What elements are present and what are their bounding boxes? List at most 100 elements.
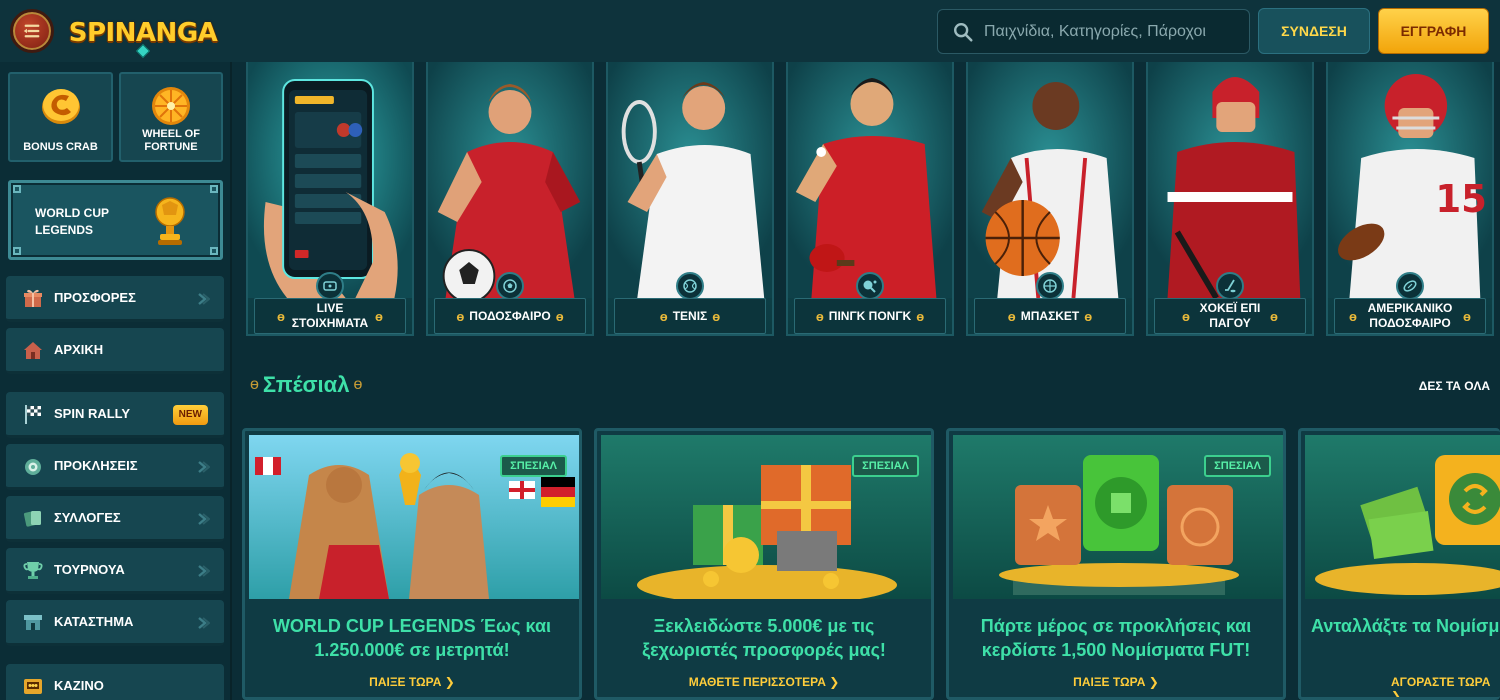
home-icon (24, 341, 42, 359)
world-cup-legends-tile[interactable]: WORLD CUP LEGENDS (8, 180, 223, 260)
promo-title: Πάρτε μέρος σε προκλήσεις και κερδίστε 1… (980, 616, 1252, 660)
flag-icon (25, 404, 41, 424)
see-all-link[interactable]: ΔΕΣ ΤΑ ΟΛΑ (1419, 379, 1490, 393)
buy-now-link[interactable]: ΑΓΟΡΑΣΤΕ ΤΩΡΑ ❯ (1391, 675, 1500, 697)
special-badge: ΣΠΕΣΙΑΛ (852, 455, 919, 477)
sidebar-item-label: ΚΑΤΑΣΤΗΜΑ (54, 614, 134, 629)
sidebar-item-label: ΑΡΧΙΚΗ (54, 342, 104, 357)
sport-card-live[interactable]: ɵ LIVE ΣΤΟΙΧΗΜΑΤΑ ɵ (246, 62, 414, 336)
sidebar-item-home[interactable]: ΑΡΧΙΚΗ (6, 328, 224, 374)
sidebar-item-label: ΠΡΟΚΛΗΣΕΙΣ (54, 458, 138, 473)
swirl-icon: ɵ (916, 308, 925, 324)
play-now-link[interactable]: ΠΑΙΞΕ ΤΩΡΑ ❯ (949, 675, 1283, 689)
sidebar-item-tournaments[interactable]: ΤΟΥΡΝΟΥΑ (6, 548, 224, 594)
sidebar-item-collections[interactable]: ΣΥΛΛΟΓΕΣ (6, 496, 224, 542)
sports-carousel: ɵ LIVE ΣΤΟΙΧΗΜΑΤΑ ɵ ɵ ΠΟΔΟΣΦΑΙΡΟ ɵ ɵ ΤΕΝ… (244, 62, 1500, 338)
hockey-player-image (1148, 62, 1312, 298)
sport-label-plate: ɵ ΠΟΔΟΣΦΑΙΡΟ ɵ (434, 298, 586, 334)
swirl-icon: ɵ (555, 308, 564, 324)
exchange-promo-image (1305, 435, 1500, 599)
american-football-player-image: 15 (1328, 62, 1492, 298)
sidebar-item-shop[interactable]: ΚΑΤΑΣΤΗΜΑ (6, 600, 224, 646)
new-badge: NEW (172, 405, 208, 425)
bonus-crab-label: BONUS CRAB (23, 141, 98, 153)
search-input[interactable] (984, 22, 1244, 41)
promo-title: WORLD CUP LEGENDS Έως και 1.250.000€ σε … (272, 616, 552, 660)
play-now-link[interactable]: ΠΑΙΞΕ ΤΩΡΑ ❯ (245, 675, 579, 689)
sport-label: ΧΟΚΕΪ ΕΠΙ ΠΑΓΟΥ (1199, 301, 1261, 330)
swirl-icon: ɵ (250, 376, 259, 393)
sport-card-tennis[interactable]: ɵ ΤΕΝΙΣ ɵ (606, 62, 774, 336)
sidebar-item-challenges[interactable]: ΠΡΟΚΛΗΣΕΙΣ (6, 444, 224, 490)
sidebar-item-spin-rally[interactable]: SPIN RALLY NEW (6, 392, 224, 438)
sport-card-ping-pong[interactable]: ɵ ΠΙΝΓΚ ΠΟΝΓΚ ɵ (786, 62, 954, 336)
specials-title: Σπέσιαλ (262, 372, 350, 397)
sport-label: ΠΙΝΓΚ ΠΟΝΓΚ (828, 308, 912, 323)
sidebar-item-label: ΠΡΟΣΦΟΡΕΣ (54, 290, 136, 305)
promo-title: Ανταλλάξτε τα Νομίσματα με 1.000€ σε αντ (1311, 616, 1500, 636)
sport-label: LIVE ΣΤΟΙΧΗΜΑΤΑ (291, 301, 369, 330)
register-button[interactable]: ΕΓΓΡΑΦΗ (1378, 8, 1489, 54)
bonus-crab-coin-icon (41, 89, 80, 124)
sidebar-item-label: ΤΟΥΡΝΟΥΑ (54, 562, 125, 577)
promo-card-exchange[interactable]: Ανταλλάξτε τα Νομίσματα με 1.000€ σε αντ… (1298, 428, 1500, 700)
promo-card-unlock[interactable]: ΣΠΕΣΙΑΛ Ξεκλειδώστε 5.000€ με τις ξεχωρι… (594, 428, 934, 700)
sport-card-football[interactable]: ɵ ΠΟΔΟΣΦΑΙΡΟ ɵ (426, 62, 594, 336)
wheel-of-fortune-icon (152, 87, 190, 125)
swirl-icon: ɵ (1463, 308, 1471, 324)
special-badge: ΣΠΕΣΙΑΛ (1204, 455, 1271, 477)
sidebar-item-label: ΚΑΖΙΝΟ (54, 678, 104, 693)
special-badge: ΣΠΕΣΙΑΛ (500, 455, 567, 477)
ping-pong-player-image (788, 62, 952, 298)
chevron-icon (198, 513, 210, 525)
sport-label: ΑΜΕΡΙΚΑΝΙΚΟ ΠΟΔΟΣΦΑΙΡΟ (1367, 301, 1453, 330)
sidebar-item-label: SPIN RALLY (54, 406, 131, 421)
login-button[interactable]: ΣΥΝΔΕΣΗ (1258, 8, 1370, 54)
gift-icon (24, 289, 42, 307)
promo-card-challenges[interactable]: ΣΠΕΣΙΑΛ Πάρτε μέρος σε προκλήσεις και κε… (946, 428, 1286, 700)
tennis-icon (676, 272, 704, 300)
cards-icon (23, 510, 41, 527)
spinanga-logo[interactable]: SPINANGA (69, 8, 218, 59)
learn-more-link[interactable]: ΜΑΘΕΤΕ ΠΕΡΙΣΣΟΤΕΡΑ ❯ (597, 675, 931, 689)
football-icon (496, 272, 524, 300)
sidebar-item-offers[interactable]: ΠΡΟΣΦΟΡΕΣ (6, 276, 224, 322)
swirl-icon: ɵ (353, 376, 363, 393)
chevron-icon (198, 617, 210, 629)
frame-corner (13, 185, 21, 193)
sport-label: ΠΟΔΟΣΦΑΙΡΟ (469, 308, 551, 323)
top-header: SPINANGA ΣΥΝΔΕΣΗ ΕΓΓΡΑΦΗ (0, 0, 1500, 62)
sidebar-item-casino[interactable]: ΚΑΖΙΝΟ (6, 664, 224, 700)
sport-card-hockey[interactable]: ɵ ΧΟΚΕΪ ΕΠΙ ΠΑΓΟΥ ɵ (1146, 62, 1314, 336)
swirl-icon: ɵ (1270, 308, 1278, 324)
swirl-icon: ɵ (659, 308, 668, 324)
frame-corner (210, 247, 218, 255)
medal-icon (25, 458, 41, 475)
cup-icon (23, 561, 43, 579)
bonus-crab-tile[interactable]: BONUS CRAB (8, 72, 113, 162)
casino-icon (24, 678, 42, 694)
world-cup-legends-label: WORLD CUP LEGENDS (35, 206, 109, 237)
ping-pong-icon (856, 272, 884, 300)
basketball-player-image (968, 62, 1132, 298)
sport-label-plate: ɵ ΤΕΝΙΣ ɵ (614, 298, 766, 334)
search-icon (954, 22, 973, 42)
promo-card-world-cup[interactable]: ΣΠΕΣΙΑΛ WORLD CUP LEGENDS Έως και 1.250.… (242, 428, 582, 700)
swirl-icon: ɵ (1084, 308, 1093, 324)
sport-card-american-football[interactable]: 15 ɵ ΑΜΕΡΙΚΑΝΙΚΟ ΠΟΔΟΣΦΑΙΡΟ ɵ (1326, 62, 1494, 336)
sport-label-plate: ɵ ΧΟΚΕΪ ΕΠΙ ΠΑΓΟΥ ɵ (1154, 298, 1306, 334)
swirl-icon: ɵ (1007, 308, 1016, 324)
swirl-icon: ɵ (375, 308, 383, 324)
svg-text:15: 15 (1435, 177, 1487, 222)
wheel-of-fortune-tile[interactable]: WHEEL OF FORTUNE (119, 72, 223, 162)
sport-card-basketball[interactable]: ɵ ΜΠΑΣΚΕΤ ɵ (966, 62, 1134, 336)
sport-label-plate: ɵ ΑΜΕΡΙΚΑΝΙΚΟ ΠΟΔΟΣΦΑΙΡΟ ɵ (1334, 298, 1486, 334)
swirl-icon: ɵ (1182, 308, 1190, 324)
menu-icon (23, 24, 40, 38)
football-player-image (428, 62, 592, 298)
menu-toggle-button[interactable] (10, 9, 54, 53)
swirl-icon: ɵ (1349, 308, 1357, 324)
basketball-icon (1036, 272, 1064, 300)
swirl-icon: ɵ (456, 308, 465, 324)
search-box[interactable] (937, 9, 1250, 54)
